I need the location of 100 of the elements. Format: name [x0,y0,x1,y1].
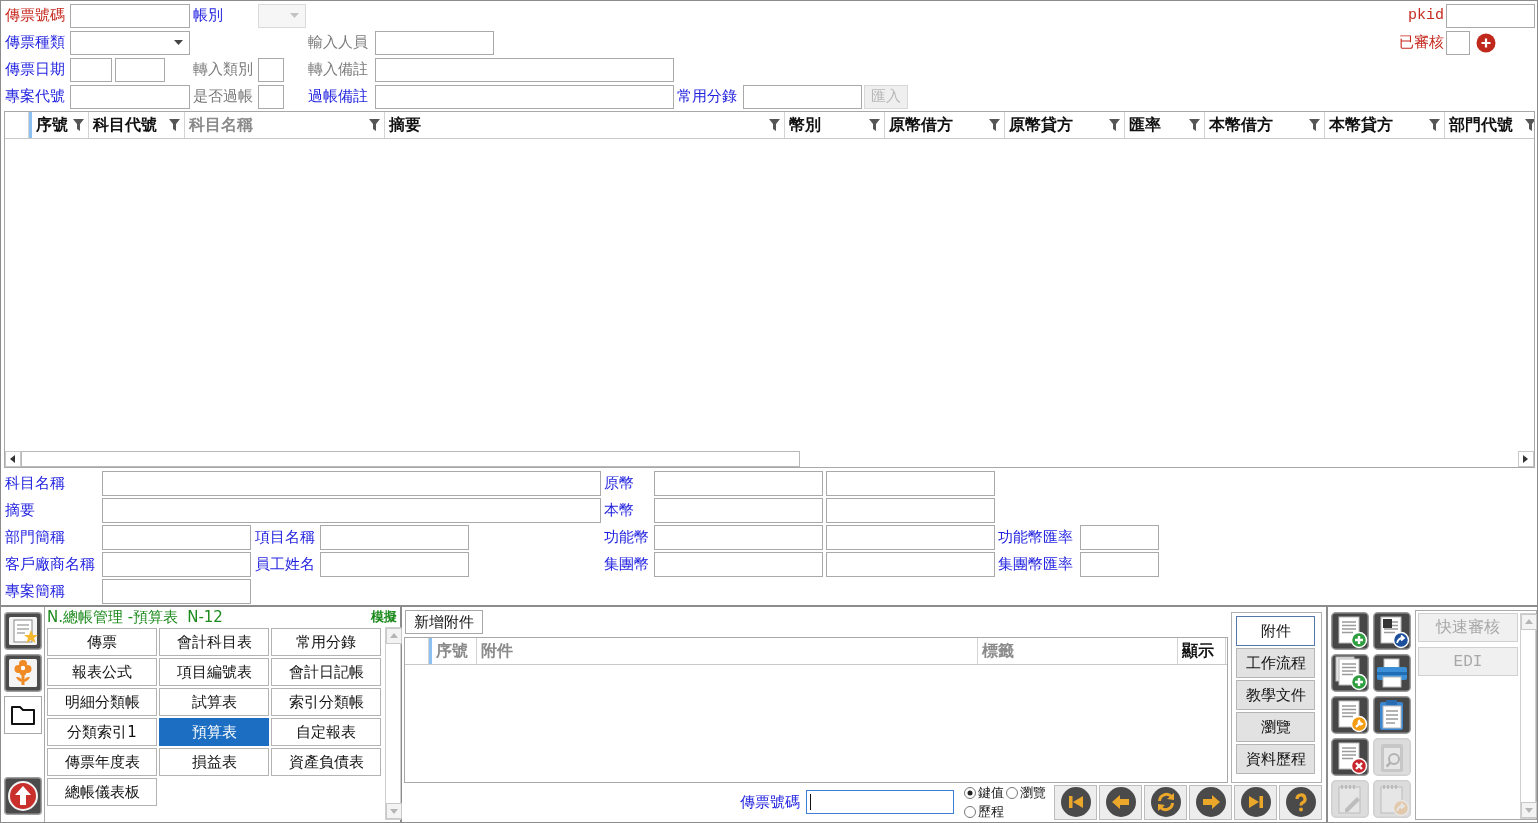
input-field[interactable] [654,525,823,550]
field-label[interactable]: 功能幣匯率 [998,528,1080,547]
module-button[interactable]: 索引分類帳 [271,688,381,716]
column-header[interactable]: 摘要 [385,112,785,138]
input-field[interactable] [102,471,601,496]
clipboard-icon[interactable] [1373,696,1411,734]
field-label[interactable]: 部門簡稱 [5,528,102,547]
column-header[interactable]: 本幣借方 [1205,112,1325,138]
side-tab[interactable]: 工作流程 [1236,648,1315,678]
input-field[interactable] [1080,525,1159,550]
module-button[interactable]: 分類索引1 [47,718,157,746]
radio-icon[interactable] [964,786,976,799]
input-field[interactable] [320,525,469,550]
field-label[interactable]: 集團幣匯率 [998,555,1080,574]
scroll-down-icon[interactable] [386,803,402,819]
input-field[interactable] [1446,3,1535,28]
field-label[interactable]: 專案代號 [5,87,65,106]
document-wrench-icon[interactable] [1331,696,1369,734]
plus-circle-icon[interactable] [1476,32,1496,53]
input-field[interactable] [102,498,601,523]
column-header[interactable]: 顯示 [1178,638,1226,664]
side-tab[interactable]: 資料歷程 [1236,744,1315,774]
field-label[interactable]: 客戶廠商名稱 [5,555,102,574]
flower-icon[interactable] [4,654,42,692]
input-field[interactable] [70,3,190,28]
column-header[interactable]: 幣別 [785,112,885,138]
input-field[interactable] [102,525,251,550]
field-label[interactable]: 員工姓名 [255,555,320,574]
field-label[interactable]: 原幣 [604,474,654,493]
module-button[interactable]: 損益表 [159,748,269,776]
scroll-up-icon[interactable] [1521,614,1537,630]
field-label[interactable]: 科目名稱 [5,474,102,493]
module-button[interactable]: 總帳儀表板 [47,778,157,806]
filter-icon[interactable] [1429,119,1440,131]
module-button[interactable]: 傳票 [47,628,157,656]
side-tab[interactable]: 瀏覽 [1236,712,1315,742]
side-tab[interactable]: 教學文件 [1236,680,1315,710]
module-button[interactable]: 傳票年度表 [47,748,157,776]
filter-icon[interactable] [769,119,780,131]
document-share-icon[interactable] [1373,612,1411,650]
field-label[interactable]: 傳票種類 [5,33,65,52]
radio-option[interactable]: 瀏覽 [1006,783,1046,802]
input-field[interactable] [375,30,494,55]
folder-icon[interactable] [4,696,42,734]
side-tab[interactable]: 附件 [1236,616,1315,646]
column-header[interactable]: 本幣貸方 [1325,112,1445,138]
scroll-up-icon[interactable] [386,628,402,644]
module-button[interactable]: 明細分類帳 [47,688,157,716]
input-field[interactable] [826,498,995,523]
input-field[interactable] [70,57,112,82]
field-label[interactable]: 過帳備註 [308,87,368,106]
radio-option[interactable]: 歷程 [964,802,1004,821]
filter-icon[interactable] [73,119,84,131]
column-header[interactable]: 序號 [29,112,89,138]
radio-icon[interactable] [1006,786,1018,799]
module-button[interactable]: 自定報表 [271,718,381,746]
vertical-scrollbar[interactable] [1520,613,1536,819]
module-button[interactable]: 報表公式 [47,658,157,686]
column-header[interactable]: 科目代號 [89,112,185,138]
filter-icon[interactable] [169,119,180,131]
column-header[interactable]: 原幣借方 [885,112,1005,138]
first-record-button[interactable] [1054,784,1097,820]
field-label[interactable]: 功能幣 [604,528,654,547]
radio-option[interactable]: 鍵值 [964,783,1004,802]
input-field[interactable] [258,57,284,82]
scroll-down-icon[interactable] [1521,802,1537,818]
printer-icon[interactable] [1373,654,1411,692]
scroll-left-icon[interactable] [5,451,21,467]
column-header[interactable]: 原幣貸方 [1005,112,1125,138]
help-button[interactable] [1279,784,1322,820]
field-label[interactable]: 集團幣 [604,555,654,574]
filter-icon[interactable] [989,119,1000,131]
document-plus-icon[interactable] [1331,612,1369,650]
previous-record-button[interactable] [1099,784,1142,820]
module-button[interactable]: 預算表 [159,718,269,746]
scroll-right-icon[interactable] [1518,451,1534,467]
field-label[interactable]: 傳票日期 [5,60,65,79]
add-attachment-button[interactable]: 新增附件 [405,610,483,634]
input-field[interactable] [826,552,995,577]
filter-icon[interactable] [1109,119,1120,131]
module-button[interactable]: 會計科目表 [159,628,269,656]
vertical-scrollbar[interactable] [385,627,401,820]
input-field[interactable] [258,84,284,109]
radio-icon[interactable] [964,805,976,818]
module-button[interactable]: 資產負債表 [271,748,381,776]
column-header[interactable]: 匯率 [1125,112,1205,138]
module-button[interactable]: 會計日記帳 [271,658,381,686]
input-field[interactable] [826,471,995,496]
input-field[interactable] [654,498,823,523]
input-field[interactable] [102,579,251,604]
input-field[interactable] [375,57,674,82]
input-field[interactable] [654,471,823,496]
field-label[interactable]: 項目名稱 [255,528,320,547]
module-button[interactable]: 常用分錄 [271,628,381,656]
input-field[interactable] [102,552,251,577]
refresh-button[interactable] [1144,784,1187,820]
input-field[interactable] [375,84,674,109]
dropdown-field[interactable] [70,30,190,55]
input-field[interactable] [743,84,862,109]
documents-plus-icon[interactable] [1331,654,1369,692]
